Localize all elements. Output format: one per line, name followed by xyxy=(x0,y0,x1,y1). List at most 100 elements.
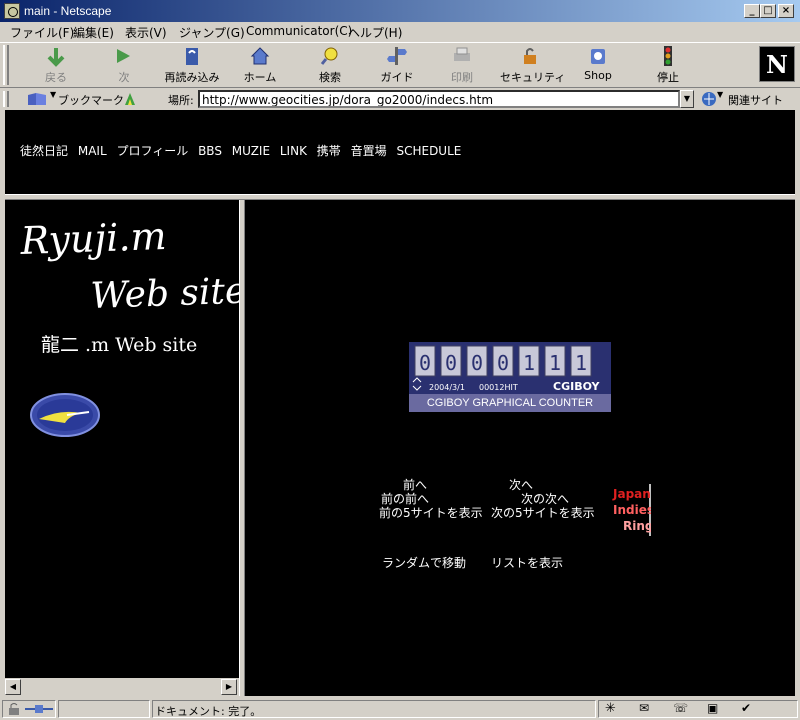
nav-link-muzie[interactable]: MUZIE xyxy=(232,144,270,158)
related-sites-label[interactable]: 関連サイト xyxy=(728,92,783,108)
page-proxy-icon[interactable] xyxy=(122,91,138,107)
site-logo: Ryuji.m Web site xyxy=(19,214,239,317)
menu-view[interactable]: 表示(V) xyxy=(125,24,167,41)
component-bar: ✳ ✉ ☏ ▣ ✔ xyxy=(598,700,798,718)
location-grip[interactable] xyxy=(3,91,9,107)
nav-link-music[interactable]: 音置場 xyxy=(351,144,387,158)
logo-line1: Ryuji.m xyxy=(19,214,167,263)
minimize-button[interactable]: _ xyxy=(744,4,760,18)
ring-random-link[interactable]: ランダムで移動 xyxy=(382,554,466,571)
print-button[interactable]: 印刷 xyxy=(442,45,482,87)
guide-icon xyxy=(387,47,407,65)
counter-digit: 0 xyxy=(445,351,457,375)
browser-window: main - Netscape _ □ × ファイル(F) 編集(E) 表示(V… xyxy=(0,0,800,720)
counter-brand: CGIBOY xyxy=(553,380,601,393)
logo-line2: Web site xyxy=(90,271,239,317)
maximize-button[interactable]: □ xyxy=(760,4,776,18)
ring-logo-indies: Indies xyxy=(613,503,651,517)
bookmarks-label[interactable]: ブックマーク xyxy=(58,92,124,108)
url-dropdown-button[interactable]: ▼ xyxy=(680,90,694,108)
back-label: 戻る xyxy=(45,71,67,84)
site-nav: 徒然日記 MAIL プロフィール BBS MUZIE LINK 携帯 音置場 S… xyxy=(20,142,467,159)
counter-digit: 1 xyxy=(523,351,535,375)
menu-help[interactable]: ヘルプ(H) xyxy=(348,24,402,41)
menu-edit[interactable]: 編集(E) xyxy=(73,24,114,41)
window-title: main - Netscape xyxy=(24,4,112,18)
scroll-left-button[interactable]: ◀ xyxy=(5,679,21,695)
horizontal-scrollbar[interactable]: ◀ ▶ xyxy=(5,678,239,696)
page-content: 徒然日記 MAIL プロフィール BBS MUZIE LINK 携帯 音置場 S… xyxy=(5,110,795,696)
navigator-icon[interactable]: ✳ xyxy=(605,701,616,716)
location-label: 場所: xyxy=(168,94,194,107)
url-input[interactable]: http://www.geocities.jp/dora_go2000/inde… xyxy=(198,90,680,108)
left-frame: Ryuji.m Web site 龍二 .m Web site ◀ ▶ xyxy=(5,200,239,696)
stop-button[interactable]: 停止 xyxy=(648,45,688,87)
netscape-logo[interactable]: N xyxy=(759,46,795,82)
counter-digit: 1 xyxy=(549,351,561,375)
forward-button[interactable]: 次 xyxy=(106,45,142,87)
search-button[interactable]: 検索 xyxy=(310,45,350,87)
site-subtitle: 龍二 .m Web site xyxy=(41,334,198,356)
counter-digit: 0 xyxy=(419,351,431,375)
nav-link-profile[interactable]: プロフィール xyxy=(116,144,188,158)
reload-button[interactable]: 再読み込み xyxy=(160,45,224,87)
japan-indies-ring-logo[interactable]: Japan Indies Ring xyxy=(611,484,654,536)
home-button[interactable]: ホーム xyxy=(240,45,280,87)
netscape-app-icon[interactable] xyxy=(4,3,20,19)
home-label: ホーム xyxy=(243,71,277,84)
menu-bar: ファイル(F) 編集(E) 表示(V) ジャンプ(G) Communicator… xyxy=(0,22,800,41)
security-lock-icon[interactable] xyxy=(6,702,22,716)
bookmarks-dropdown-arrow[interactable]: ▼ xyxy=(50,90,56,99)
ring-logo-svg: Japan Indies Ring xyxy=(612,487,654,533)
counter-date: 2004/3/1 xyxy=(429,383,465,392)
forward-label: 次 xyxy=(118,71,130,84)
bookmarks-icon xyxy=(28,93,46,105)
print-label: 印刷 xyxy=(451,71,473,84)
right-frame: 0000111 2004/3/1 00012HIT CGIBOY CGIBOY … xyxy=(245,200,795,696)
shop-icon xyxy=(591,49,605,64)
related-dropdown-arrow[interactable]: ▼ xyxy=(717,90,723,99)
ring-logo-ring: Ring xyxy=(623,519,651,533)
ring-prev5-link[interactable]: 前の5サイトを表示 xyxy=(379,504,483,521)
guide-label: ガイド xyxy=(380,71,414,84)
addressbook-icon[interactable]: ✔ xyxy=(741,701,751,715)
navigation-toolbar: 戻る 次 再読み込み ホーム 検索 ガイド 印刷 セキュリティ Shop 停止 xyxy=(0,42,800,88)
close-button[interactable]: × xyxy=(778,4,794,18)
nav-link-mail[interactable]: MAIL xyxy=(78,144,107,158)
search-label: 検索 xyxy=(319,71,341,84)
discussion-icon[interactable]: ☏ xyxy=(673,701,688,715)
related-sites-icon xyxy=(702,92,716,106)
nav-link-link[interactable]: LINK xyxy=(280,144,307,158)
back-arrow-icon xyxy=(47,48,65,67)
stop-light-icon xyxy=(664,46,672,66)
toolbar-grip[interactable] xyxy=(3,45,9,85)
security-label: セキュリティ xyxy=(500,71,566,84)
status-text-panel: ドキュメント: 完了。 xyxy=(152,700,596,718)
menu-file[interactable]: ファイル(F) xyxy=(10,24,74,41)
nav-link-schedule[interactable]: SCHEDULE xyxy=(396,144,461,158)
nav-link-mobile[interactable]: 携帯 xyxy=(317,144,341,158)
title-bar: main - Netscape _ □ × xyxy=(0,0,800,22)
reload-icon xyxy=(186,48,198,65)
nav-link-bbs[interactable]: BBS xyxy=(198,144,222,158)
mail-icon[interactable]: ✉ xyxy=(639,701,649,715)
nav-link-diary[interactable]: 徒然日記 xyxy=(20,144,68,158)
menu-go[interactable]: ジャンプ(G) xyxy=(179,24,245,41)
security-button[interactable]: セキュリティ xyxy=(500,45,566,87)
reload-label: 再読み込み xyxy=(164,71,220,84)
ring-list-link[interactable]: リストを表示 xyxy=(491,554,563,571)
counter-hits: 00012HIT xyxy=(479,383,518,392)
guide-button[interactable]: ガイド xyxy=(377,45,417,87)
hit-counter: 0000111 2004/3/1 00012HIT CGIBOY CGIBOY … xyxy=(409,342,611,412)
back-button[interactable]: 戻る xyxy=(34,45,78,87)
emblem-icon[interactable] xyxy=(29,392,101,438)
ring-next5-link[interactable]: 次の5サイトを表示 xyxy=(491,504,595,521)
scroll-right-button[interactable]: ▶ xyxy=(221,679,237,695)
composer-icon[interactable]: ▣ xyxy=(707,701,718,715)
shop-button[interactable]: Shop xyxy=(580,45,616,87)
menu-communicator[interactable]: Communicator(C) xyxy=(246,24,352,38)
shop-label: Shop xyxy=(584,69,612,82)
stop-label: 停止 xyxy=(657,71,679,84)
counter-digits: 0000111 xyxy=(414,345,592,377)
status-bar: ドキュメント: 完了。 ✳ ✉ ☏ ▣ ✔ xyxy=(0,698,800,720)
